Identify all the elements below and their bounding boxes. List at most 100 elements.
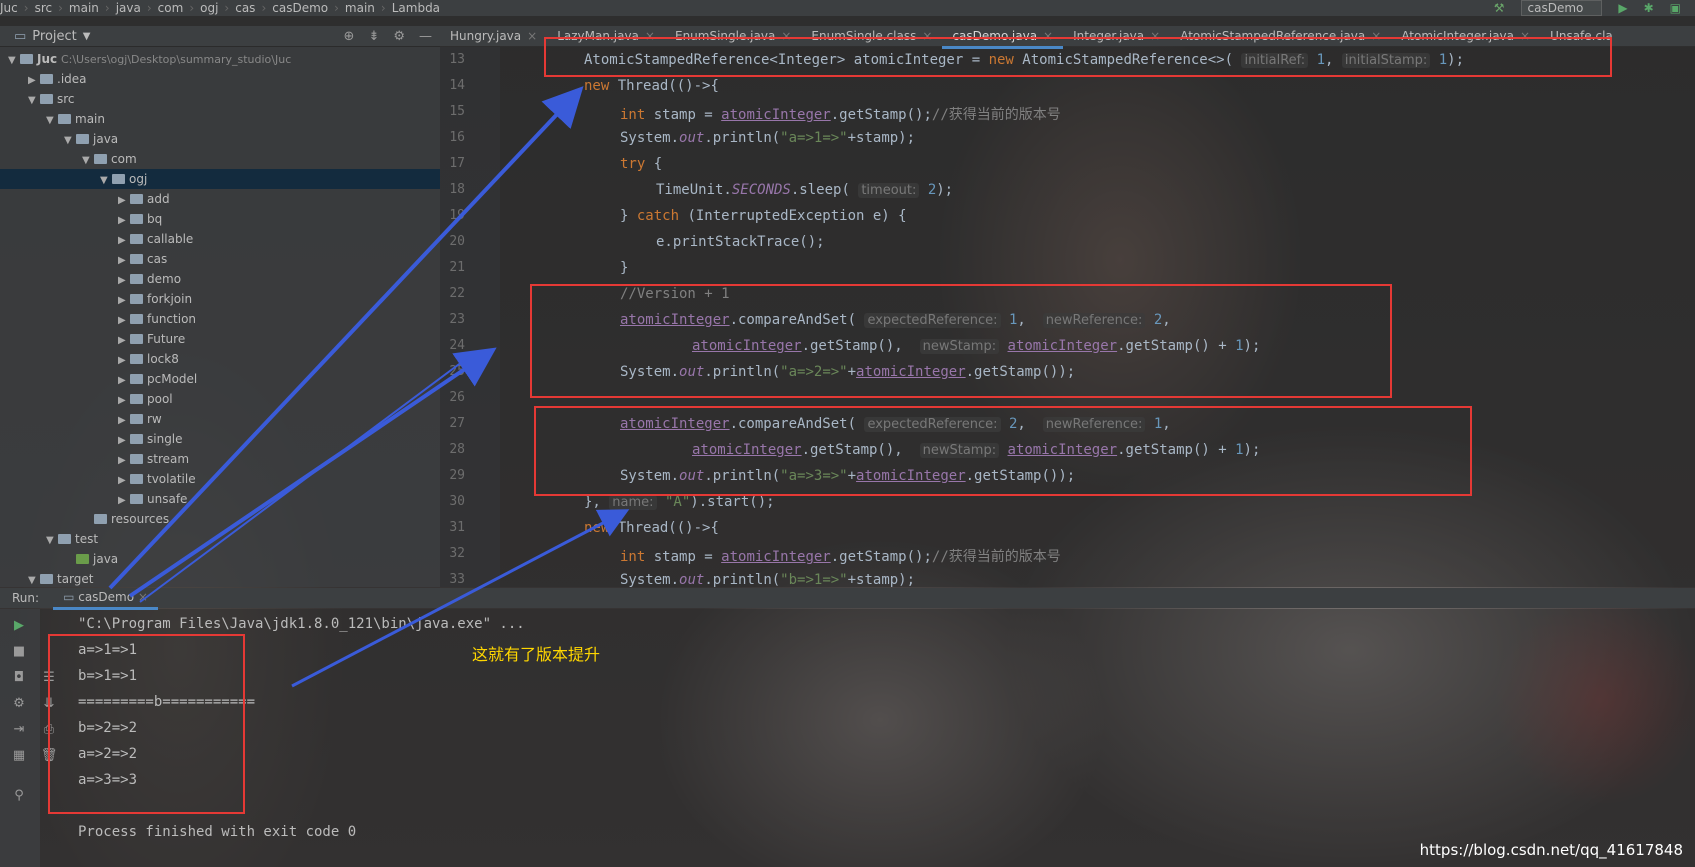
debug-icon[interactable]: ✱ xyxy=(1644,1,1654,15)
tree-item[interactable]: ▶ tvolatile xyxy=(118,469,196,489)
tree-item[interactable]: ▶ cas xyxy=(118,249,167,269)
console-line: Process finished with exit code 0 xyxy=(78,824,357,840)
collapse-icon[interactable]: ⇟ xyxy=(368,29,379,44)
line-number: 25 xyxy=(449,364,465,379)
tree-item[interactable]: ▼ test xyxy=(46,529,98,549)
breadcrumb-item[interactable]: java xyxy=(116,1,141,15)
line-number: 30 xyxy=(449,494,465,509)
tree-item[interactable]: ▶ forkjoin xyxy=(118,289,192,309)
stop-icon[interactable]: ■ xyxy=(10,643,28,661)
highlight-box-console xyxy=(48,634,245,814)
tree-item[interactable]: ▶ unsafe xyxy=(118,489,187,509)
line-number: 28 xyxy=(449,442,465,457)
run-panel-header: Run: ▭ casDemo × xyxy=(0,587,1695,610)
code-line-31: new Thread(()->{ xyxy=(584,520,719,536)
close-icon[interactable]: × xyxy=(527,29,537,43)
tree-item[interactable]: ▶ demo xyxy=(118,269,181,289)
close-icon[interactable]: × xyxy=(138,590,148,604)
tree-item[interactable]: ▶ stream xyxy=(118,449,189,469)
line-number: 29 xyxy=(449,468,465,483)
tree-item[interactable]: ▶ pool xyxy=(118,389,173,409)
breadcrumb-item[interactable]: cas xyxy=(235,1,255,15)
rerun-icon[interactable]: ▶ xyxy=(10,617,28,635)
coverage-icon[interactable]: ▣ xyxy=(1670,1,1681,15)
code-line-16: System.out.println("a=>1=>"+stamp); xyxy=(620,130,916,146)
locate-icon[interactable]: ⊕ xyxy=(344,29,355,44)
breadcrumb-item[interactable]: Lambda xyxy=(392,1,440,15)
line-number: 17 xyxy=(449,156,465,171)
tree-item[interactable]: resources xyxy=(82,509,169,529)
tree-root[interactable]: ▼ Juc C:\Users\ogj\Desktop\summary_studio… xyxy=(8,49,291,69)
annotation-text: 这就有了版本提升 xyxy=(472,645,601,664)
run-config-select[interactable]: casDemo xyxy=(1520,0,1603,16)
line-number: 21 xyxy=(449,260,465,275)
code-line-33: System.out.println("b=>1=>"+stamp); xyxy=(620,572,916,587)
code-line-19: } catch (InterruptedException e) { xyxy=(620,208,907,224)
breadcrumb-item[interactable]: Juc xyxy=(0,1,18,15)
tree-item[interactable]: ▼ target xyxy=(28,569,94,587)
line-number: 14 xyxy=(449,78,465,93)
breadcrumb-item[interactable]: ogj xyxy=(200,1,218,15)
tree-item[interactable]: ▶ bq xyxy=(118,209,162,229)
code-line-20: e.printStackTrace(); xyxy=(656,234,825,250)
run-tab-casdemo[interactable]: ▭ casDemo × xyxy=(53,587,158,610)
line-number: 31 xyxy=(449,520,465,535)
tree-item[interactable]: ▶ function xyxy=(118,309,196,329)
gear-icon[interactable]: ⚙ xyxy=(393,29,405,44)
project-title[interactable]: Project xyxy=(32,29,76,44)
tree-item[interactable]: ▶ add xyxy=(118,189,170,209)
line-number: 32 xyxy=(449,546,465,561)
pin-icon[interactable]: ⚲ xyxy=(10,787,28,805)
tree-item[interactable]: ▼ com xyxy=(82,149,137,169)
toolbar: ⚒ casDemo ▶ ✱ ▣ xyxy=(1494,0,1695,16)
hide-icon[interactable]: — xyxy=(419,29,432,44)
code-line-21: } xyxy=(620,260,629,276)
highlight-box-cas-2 xyxy=(534,406,1472,496)
breadcrumb-item[interactable]: src xyxy=(35,1,53,15)
tree-item[interactable]: ▼ src xyxy=(28,89,75,109)
tree-item[interactable]: ▼ main xyxy=(46,109,105,129)
tree-item[interactable]: ▼ java xyxy=(64,129,118,149)
tree-item[interactable]: ▶ callable xyxy=(118,229,193,249)
breadcrumb-item[interactable]: casDemo xyxy=(272,1,328,15)
tree-item[interactable]: ▶ lock8 xyxy=(118,349,179,369)
chevron-down-icon[interactable]: ▼ xyxy=(83,31,91,42)
breadcrumb: Juc › src › main › java › com › ogj › cas › cas… xyxy=(0,0,1695,16)
run-label: Run: xyxy=(12,591,40,605)
code-line-15: int stamp = atomicInteger.getStamp();//获… xyxy=(620,107,1061,123)
tree-item[interactable]: ▶ pcModel xyxy=(118,369,197,389)
highlight-box-declaration xyxy=(544,37,1612,77)
tree-item[interactable]: ▶ Future xyxy=(118,329,185,349)
tab-hungry[interactable]: Hungry.java × xyxy=(440,26,547,46)
project-icon: ▭ xyxy=(14,28,27,44)
tree-item[interactable]: ▶ .idea xyxy=(28,69,87,89)
tree-item-selected[interactable]: ▼ ogj xyxy=(0,169,440,189)
line-number: 18 xyxy=(449,182,465,197)
console-line: "C:\Program Files\Java\jdk1.8.0_121\bin\… xyxy=(78,616,525,632)
code-line-14: new Thread(()->{ xyxy=(584,78,719,94)
line-number: 16 xyxy=(449,130,465,145)
run-config-icon: ▭ xyxy=(63,589,79,604)
code-line-18: TimeUnit.SECONDS.sleep( timeout: 2); xyxy=(656,182,954,198)
breadcrumb-item[interactable]: main xyxy=(345,1,375,15)
tree-item[interactable]: ▶ rw xyxy=(118,409,162,429)
run-icon[interactable]: ▶ xyxy=(1618,1,1627,15)
layout-icon[interactable]: ▦ xyxy=(10,747,28,765)
line-number: 24 xyxy=(449,338,465,353)
line-number: 20 xyxy=(449,234,465,249)
line-number: 26 xyxy=(449,390,465,405)
gear-icon[interactable]: ⚙ xyxy=(10,695,28,713)
line-number: 23 xyxy=(449,312,465,327)
tree-item[interactable]: ▶ single xyxy=(118,429,183,449)
breadcrumb-item[interactable]: main xyxy=(69,1,99,15)
line-number: 33 xyxy=(449,572,465,587)
line-number: 13 xyxy=(449,52,465,67)
tree-item[interactable]: java xyxy=(64,549,118,569)
camera-icon[interactable]: ◘ xyxy=(10,669,28,687)
exit-icon[interactable]: ⇥ xyxy=(10,721,28,739)
line-number: 19 xyxy=(449,208,465,223)
build-hammer-icon[interactable]: ⚒ xyxy=(1494,1,1505,15)
code-line-17: try { xyxy=(620,156,663,172)
breadcrumb-item[interactable]: com xyxy=(158,1,184,15)
project-panel-header: ▭ Project ▼ ⊕ ⇟ ⚙ — xyxy=(0,26,440,47)
